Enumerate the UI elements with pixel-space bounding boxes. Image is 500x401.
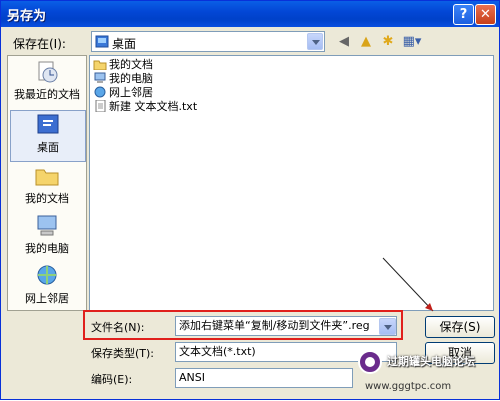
save-in-label: 保存在(I):	[13, 37, 66, 51]
list-item[interactable]: 我的文档	[93, 58, 153, 72]
place-my-documents[interactable]: 我的文档	[10, 162, 84, 212]
close-button[interactable]: ✕	[475, 4, 496, 25]
new-folder-icon[interactable]: ✱	[378, 33, 398, 51]
dialog-title: 另存为	[7, 9, 47, 24]
chevron-down-icon[interactable]	[307, 33, 323, 50]
watermark-url: www.gggtpc.com	[365, 381, 452, 392]
save-in-combo[interactable]: 桌面	[91, 31, 325, 52]
filetype-label: 保存类型(T):	[91, 347, 155, 360]
up-folder-icon[interactable]: ▲	[356, 33, 376, 51]
places-bar: 我最近的文档 桌面 我的文档 我的电脑 网上邻居	[7, 55, 87, 311]
list-item[interactable]: 网上邻居	[93, 86, 153, 100]
my-computer-icon	[37, 215, 57, 236]
watermark-logo-icon	[358, 350, 382, 374]
place-network[interactable]: 网上邻居	[10, 262, 84, 312]
folder-icon	[93, 60, 107, 70]
computer-icon	[94, 72, 106, 83]
watermark-text: 过期罐头电脑论坛	[387, 355, 475, 368]
save-in-value: 桌面	[112, 37, 137, 51]
network-icon	[94, 86, 106, 98]
help-button[interactable]: ?	[453, 4, 474, 25]
recent-docs-icon	[38, 61, 58, 83]
watermark: 过期罐头电脑论坛 www.gggtpc.com	[353, 341, 500, 401]
place-label: 我的文档	[25, 192, 69, 205]
place-label: 桌面	[37, 141, 59, 154]
my-documents-icon	[35, 169, 59, 186]
place-my-computer[interactable]: 我的电脑	[10, 212, 84, 262]
title-bar[interactable]: 另存为 ? ✕	[1, 1, 499, 27]
desktop-small-icon	[95, 35, 109, 48]
place-label: 网上邻居	[25, 292, 69, 305]
desktop-icon	[37, 114, 59, 134]
encoding-label: 编码(E):	[91, 373, 133, 386]
back-icon[interactable]: ◀	[334, 33, 354, 51]
place-label: 我的电脑	[25, 242, 69, 255]
list-item[interactable]: 新建 文本文档.txt	[93, 100, 197, 114]
save-button[interactable]: 保存(S)	[425, 316, 495, 338]
list-item[interactable]: 我的电脑	[93, 72, 153, 86]
network-places-icon	[37, 265, 57, 285]
place-desktop[interactable]: 桌面	[10, 110, 86, 162]
place-recent[interactable]: 我最近的文档	[10, 58, 84, 108]
encoding-select[interactable]: ANSI	[175, 368, 353, 388]
highlight-box	[83, 310, 403, 340]
annotation-arrow	[382, 257, 434, 312]
view-menu-icon[interactable]: ▦▾	[400, 33, 424, 51]
place-label: 我最近的文档	[14, 88, 80, 101]
save-as-dialog: 另存为 ? ✕ 保存在(I): 桌面 ◀ ▲ ✱ ▦▾ 我最近的文档 桌面 我的…	[0, 0, 500, 400]
text-file-icon	[95, 100, 106, 112]
